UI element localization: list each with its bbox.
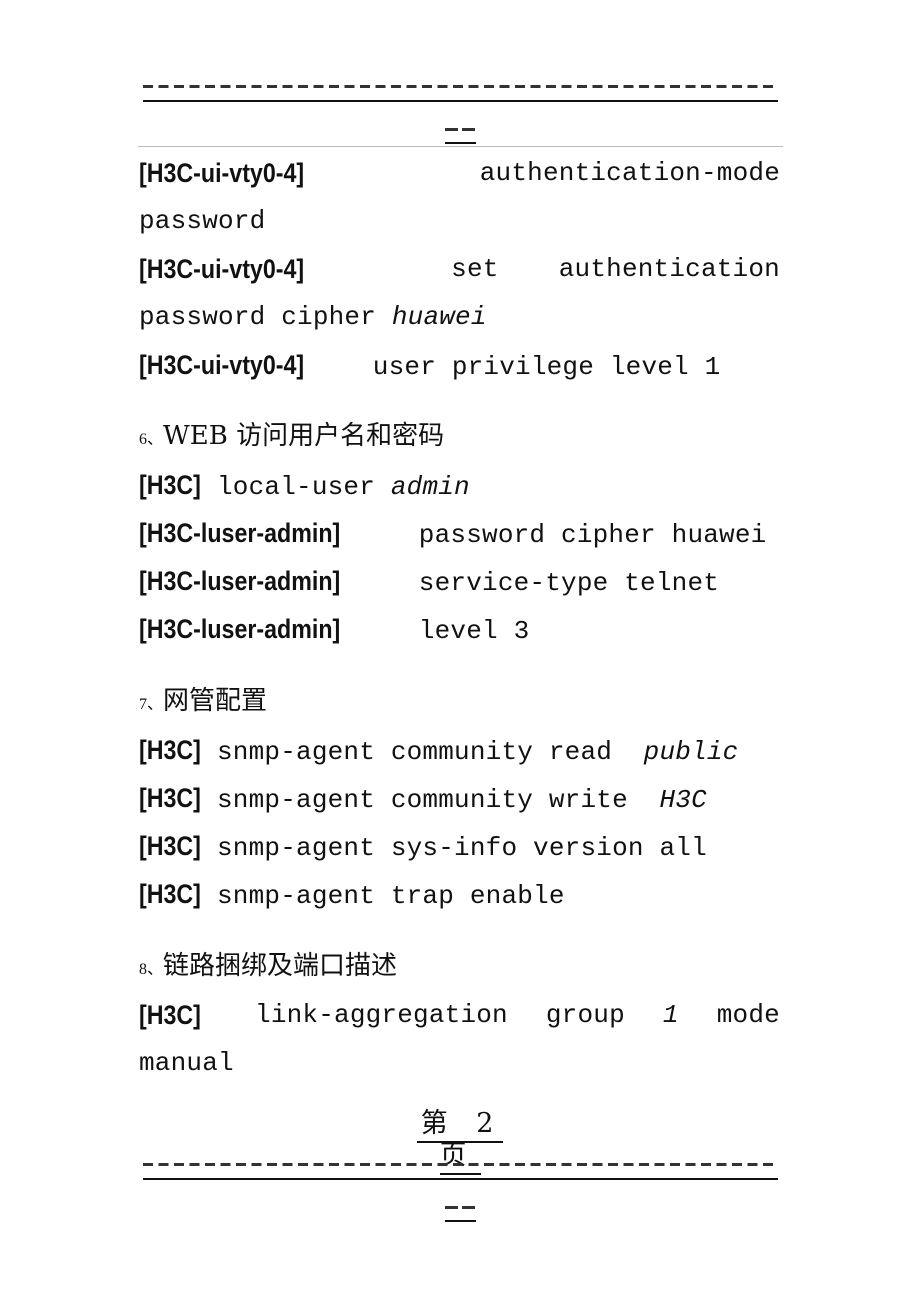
cli-command: authentication [558, 254, 780, 284]
config-line: password [139, 206, 780, 236]
cli-command: snmp-agent community read [217, 737, 644, 767]
config-line: password cipher huawei [139, 302, 780, 332]
config-line: [H3C] snmp-agent community read public [139, 735, 780, 767]
cli-prompt: [H3C-ui-vty0-4] [139, 254, 305, 284]
cli-command: group [545, 1000, 625, 1030]
cli-command: snmp-agent community write [217, 785, 660, 815]
page-break-rule [138, 146, 783, 147]
cli-prompt: [H3C-ui-vty0-4] [139, 350, 305, 380]
cli-argument: public [643, 737, 739, 767]
cli-prompt: [H3C] [139, 831, 201, 861]
config-line: [H3C-luser-admin] service-type telnet [139, 566, 780, 598]
section-heading: 7、网管配置 [139, 686, 267, 720]
config-line: [H3C-luser-admin] level 3 [139, 614, 780, 646]
config-line: [H3C-ui-vty0-4] authentication-mode [139, 158, 780, 190]
cli-command: password cipher huawei [403, 520, 767, 550]
cli-command: level 3 [403, 616, 530, 646]
cli-command: set [451, 254, 499, 284]
cli-argument: H3C [659, 785, 707, 815]
cli-command: password [139, 206, 266, 236]
footer-solid-rule [143, 1178, 778, 1180]
config-line: [H3C] local-user admin [139, 470, 780, 502]
section-number: 6、 [139, 431, 164, 448]
header-dash-separator [143, 85, 778, 88]
section-heading: 8、链路捆绑及端口描述 [139, 951, 397, 985]
cli-command: snmp-agent trap enable [217, 881, 565, 911]
config-line: [H3C] snmp-agent community write H3C [139, 783, 780, 815]
cli-command: mode [716, 1000, 780, 1030]
cli-prompt: [H3C] [139, 1000, 201, 1030]
cli-command: link-aggregation [255, 1000, 508, 1030]
section-title: WEB 访问用户名和密码 [163, 421, 445, 451]
section-title: 网管配置 [163, 686, 268, 716]
cli-prompt: [H3C-luser-admin] [139, 566, 341, 596]
config-line: [H3C-luser-admin] password cipher huawei [139, 518, 780, 550]
config-line: manual [139, 1048, 780, 1078]
config-line: [H3C] snmp-agent sys-info version all [139, 831, 780, 863]
section-number: 8、 [139, 961, 164, 978]
config-line: [H3C] link-aggregation group 1 mode [139, 1000, 780, 1032]
section-number: 7、 [139, 696, 164, 713]
cli-prompt: [H3C-ui-vty0-4] [139, 158, 305, 188]
cli-argument: huawei [391, 302, 487, 332]
cli-prompt: [H3C] [139, 735, 201, 765]
section-title: 链路捆绑及端口描述 [163, 951, 398, 981]
cli-command: manual [139, 1048, 234, 1078]
config-line: [H3C] snmp-agent trap enable [139, 879, 780, 911]
cli-prompt: [H3C] [139, 783, 201, 813]
cli-argument: admin [390, 472, 470, 502]
section-heading: 6、WEB 访问用户名和密码 [139, 421, 444, 455]
config-line: [H3C-ui-vty0-4] set authentication [139, 254, 780, 286]
config-line: [H3C-ui-vty0-4] user privilege level 1 [139, 350, 780, 382]
cli-prompt: [H3C-luser-admin] [139, 614, 341, 644]
cli-prompt: [H3C] [139, 470, 201, 500]
cli-command: authentication-mode [479, 158, 780, 188]
cli-command: password cipher [139, 302, 392, 332]
cli-argument: 1 [662, 1000, 679, 1030]
cli-command: user privilege level 1 [357, 352, 721, 382]
header-solid-rule [143, 100, 778, 102]
cli-command: local-user [217, 472, 391, 502]
cli-command: service-type telnet [403, 568, 720, 598]
cli-prompt: [H3C] [139, 879, 201, 909]
cli-command: snmp-agent sys-info version all [217, 833, 707, 863]
cli-prompt: [H3C-luser-admin] [139, 518, 341, 548]
footer-dash-separator [143, 1163, 778, 1166]
